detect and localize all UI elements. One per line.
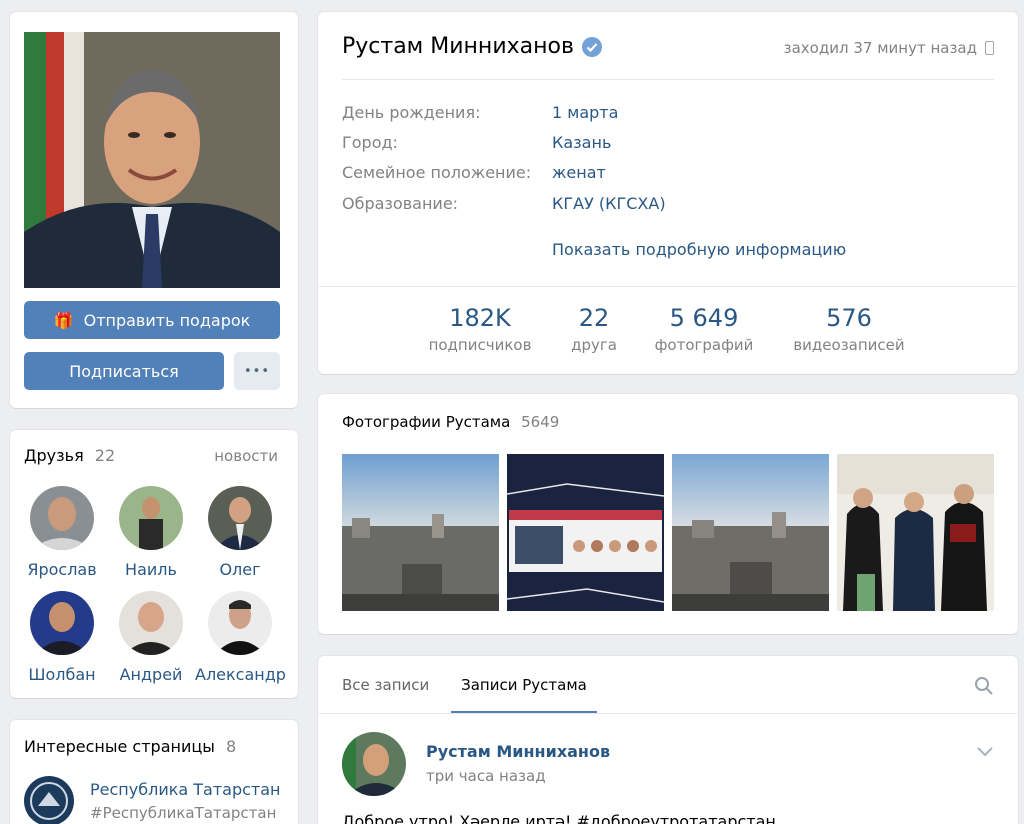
tabs-divider — [318, 713, 1018, 714]
stat-number: 22 — [578, 304, 610, 332]
mobile-phone-icon — [985, 41, 994, 55]
post-time[interactable]: три часа назад — [426, 767, 546, 785]
stat-number: 576 — [826, 304, 872, 332]
friends-title: Друзья — [24, 446, 84, 465]
stat-friends[interactable]: 22 друга — [556, 304, 632, 354]
friend-avatar — [119, 591, 183, 655]
info-row-birthday: День рождения: 1 марта — [342, 103, 618, 122]
stat-number: 5 649 — [669, 304, 739, 332]
gift-icon: 🎁 — [53, 310, 74, 330]
subscribe-label: Подписаться — [69, 361, 179, 381]
post-menu-chevron-down-icon[interactable] — [976, 744, 994, 757]
stat-videos[interactable]: 576 видеозаписей — [784, 304, 914, 354]
pages-header[interactable]: Интересные страницы 8 — [24, 737, 236, 756]
stat-label: подписчиков — [428, 336, 532, 354]
friend-item[interactable]: Наиль — [106, 486, 196, 579]
info-value[interactable]: КГАУ (КГСХА) — [552, 194, 666, 213]
photo-thumbnail[interactable] — [837, 454, 994, 611]
wall-tab-own[interactable]: Записи Рустама — [451, 676, 597, 713]
verified-icon — [581, 36, 602, 57]
friend-name: Шолбан — [28, 665, 96, 684]
pages-title: Интересные страницы — [24, 737, 215, 756]
profile-name-row: Рустам Минниханов — [342, 34, 602, 59]
friend-name: Олег — [219, 560, 261, 579]
friend-avatar — [208, 591, 272, 655]
photo-thumbnail[interactable] — [507, 454, 664, 611]
header-divider — [342, 79, 994, 80]
wall-card: Все записи Записи Рустама Рустам Минниха… — [318, 656, 1018, 824]
post-author-name[interactable]: Рустам Минниханов — [426, 742, 610, 761]
info-row-education: Образование: КГАУ (КГСХА) — [342, 194, 666, 213]
page-item[interactable]: Республика Татарстан #РеспубликаТатарста… — [24, 776, 294, 824]
tab-label: Записи Рустама — [461, 676, 587, 694]
info-value[interactable]: женат — [552, 163, 606, 182]
friend-item[interactable]: Александр — [195, 591, 286, 684]
info-label: Семейное положение: — [342, 163, 532, 182]
stat-followers[interactable]: 182K подписчиков — [422, 304, 538, 354]
info-value[interactable]: Казань — [552, 133, 611, 152]
photos-header[interactable]: Фотографии Рустама 5649 — [342, 413, 559, 431]
friends-count: 22 — [94, 446, 116, 465]
photo-thumbnail[interactable] — [672, 454, 829, 611]
info-label: Образование: — [342, 194, 459, 213]
info-value[interactable]: 1 марта — [552, 103, 618, 122]
photo-thumbnail[interactable] — [342, 454, 499, 611]
info-row-relationship: Семейное положение: женат — [342, 163, 606, 182]
wall-tab-all[interactable]: Все записи — [342, 676, 429, 694]
info-row-city: Город: Казань — [342, 133, 611, 152]
interesting-pages-card: Интересные страницы 8 Республика Татарст… — [10, 720, 298, 824]
profile-name: Рустам Минниханов — [342, 34, 574, 59]
photos-count: 5649 — [521, 413, 560, 431]
profile-info-card: Рустам Минниханов заходил 37 минут назад… — [318, 12, 1018, 374]
stat-label: друга — [571, 336, 617, 354]
last-seen-status: заходил 37 минут назад — [784, 39, 994, 57]
photos-title: Фотографии Рустама — [342, 413, 511, 431]
more-dots-icon: ••• — [243, 363, 270, 379]
friend-avatar — [119, 486, 183, 550]
stat-number: 182K — [449, 304, 511, 332]
friend-avatar — [208, 486, 272, 550]
post-author-avatar[interactable] — [342, 732, 406, 796]
avatar-card: 🎁 Отправить подарок Подписаться ••• — [10, 12, 298, 408]
post-text: Доброе утро! Хәерле иртә! #доброеутротат… — [342, 812, 776, 824]
stat-photos[interactable]: 5 649 фотографий — [648, 304, 760, 354]
info-label: Город: — [342, 133, 398, 152]
friend-name: Александр — [195, 665, 286, 684]
friend-item[interactable]: Андрей — [106, 591, 196, 684]
show-more-info-link[interactable]: Показать подробную информацию — [552, 240, 846, 259]
friends-header[interactable]: Друзья 22 — [24, 446, 115, 465]
stat-label: видеозаписей — [793, 336, 905, 354]
friends-news-link[interactable]: новости — [214, 447, 278, 465]
send-gift-button[interactable]: 🎁 Отправить подарок — [24, 301, 280, 339]
subscribe-button[interactable]: Подписаться — [24, 352, 224, 390]
tab-label: Все записи — [342, 676, 430, 694]
profile-avatar[interactable] — [24, 32, 280, 288]
friend-item[interactable]: Ярослав — [17, 486, 107, 579]
wall-search-icon[interactable] — [974, 676, 994, 696]
stats-divider — [318, 286, 1018, 287]
pages-count: 8 — [225, 737, 237, 756]
info-label: День рождения: — [342, 103, 481, 122]
send-gift-label: Отправить подарок — [83, 310, 251, 330]
page-name: Республика Татарстан — [90, 780, 281, 799]
photos-card: Фотографии Рустама 5649 — [318, 394, 1018, 634]
stat-label: фотографий — [654, 336, 754, 354]
friend-avatar — [30, 486, 94, 550]
friends-card: Друзья 22 новости Ярослав Наиль Олег Шол… — [10, 430, 298, 698]
tatarstan-logo-icon — [24, 776, 74, 824]
friend-item[interactable]: Олег — [195, 486, 285, 579]
more-actions-button[interactable]: ••• — [234, 352, 280, 390]
last-seen-text: заходил 37 минут назад — [783, 39, 977, 57]
page-tag: #РеспубликаТатарстан — [90, 804, 277, 822]
friend-name: Андрей — [119, 665, 183, 684]
friend-name: Наиль — [125, 560, 177, 579]
friend-item[interactable]: Шолбан — [17, 591, 107, 684]
friend-name: Ярослав — [27, 560, 97, 579]
friend-avatar — [30, 591, 94, 655]
